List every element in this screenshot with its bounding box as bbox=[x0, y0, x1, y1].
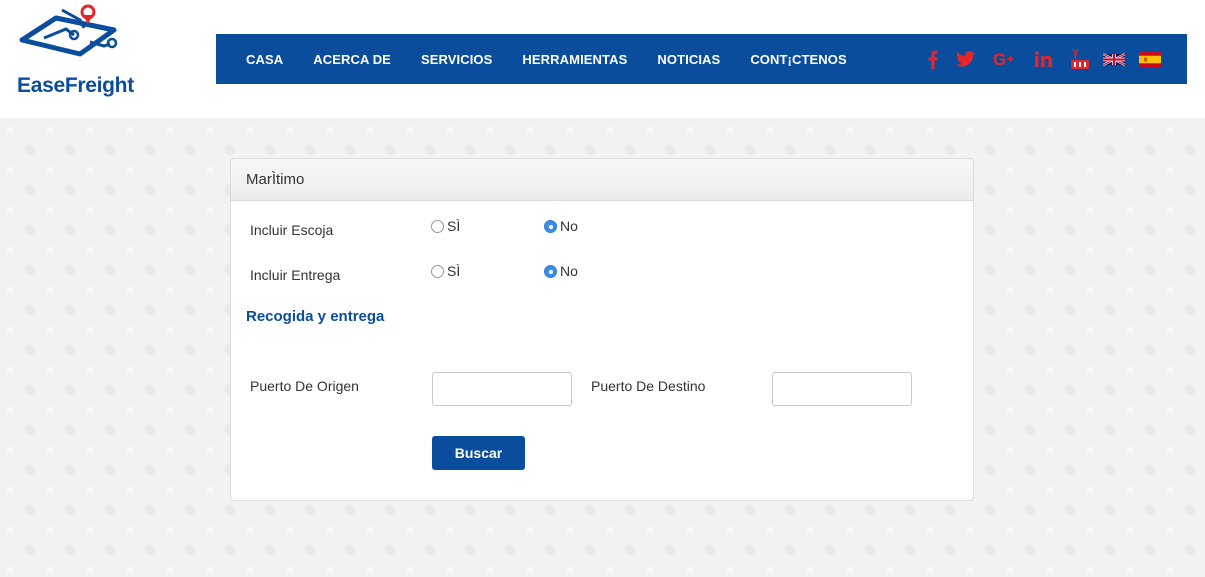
radio-label: SÌ bbox=[447, 218, 461, 234]
nav-link-herramientas[interactable]: HERRAMIENTAS bbox=[522, 52, 627, 67]
svg-text:G: G bbox=[993, 51, 1006, 67]
destination-label: Puerto De Destino bbox=[591, 378, 706, 394]
radio-label: No bbox=[560, 263, 578, 279]
facebook-icon[interactable] bbox=[928, 48, 938, 70]
escoja-si-radio[interactable]: SÌ bbox=[431, 218, 460, 234]
escoja-no-radio[interactable]: No bbox=[544, 218, 578, 234]
section-heading: Recogida y entrega bbox=[246, 308, 385, 325]
youtube-icon[interactable] bbox=[1071, 48, 1089, 70]
main-nav: CASA ACERCA DE SERVICIOS HERRAMIENTAS NO… bbox=[216, 34, 1187, 84]
panel-title: MarÌtimo bbox=[246, 171, 305, 188]
logo-text: EaseFreight bbox=[17, 74, 134, 97]
english-flag-icon[interactable] bbox=[1102, 52, 1126, 67]
entrega-no-radio[interactable]: No bbox=[544, 263, 578, 279]
search-button[interactable]: Buscar bbox=[432, 436, 525, 470]
logo[interactable]: EaseFreight bbox=[14, 2, 134, 102]
radio-circle bbox=[544, 264, 557, 278]
google-plus-icon[interactable]: G + bbox=[993, 48, 1017, 70]
site-header: EaseFreight CASA ACERCA DE SERVICIOS HER… bbox=[0, 0, 1205, 118]
nav-link-servicios[interactable]: SERVICIOS bbox=[421, 52, 492, 67]
nav-link-noticias[interactable]: NOTICIAS bbox=[657, 52, 720, 67]
svg-text:+: + bbox=[1007, 52, 1014, 66]
maritime-form-panel: MarÌtimo Incluir Escoja SÌ No Incluir En… bbox=[230, 158, 974, 501]
linkedin-icon[interactable] bbox=[1035, 48, 1053, 70]
nav-link-acerca-de[interactable]: ACERCA DE bbox=[313, 52, 391, 67]
origin-label: Puerto De Origen bbox=[250, 378, 359, 394]
twitter-icon[interactable] bbox=[956, 48, 975, 70]
nav-link-contactenos[interactable]: CONT¡CTENOS bbox=[750, 52, 846, 67]
entrega-label: Incluir Entrega bbox=[250, 267, 341, 283]
radio-circle bbox=[431, 219, 444, 233]
entrega-si-radio[interactable]: SÌ bbox=[431, 263, 460, 279]
nav-link-casa[interactable]: CASA bbox=[246, 52, 283, 67]
destination-port-input[interactable] bbox=[772, 372, 912, 406]
social-links: G + bbox=[910, 34, 1161, 84]
logo-mark-icon bbox=[19, 4, 118, 57]
escoja-label: Incluir Escoja bbox=[250, 222, 334, 238]
radio-circle bbox=[544, 219, 557, 233]
radio-label: No bbox=[560, 218, 578, 234]
panel-header: MarÌtimo bbox=[231, 159, 973, 201]
radio-label: SÌ bbox=[447, 263, 461, 279]
origin-port-input[interactable] bbox=[432, 372, 572, 406]
spanish-flag-icon[interactable] bbox=[1139, 51, 1161, 67]
radio-circle bbox=[431, 264, 444, 278]
